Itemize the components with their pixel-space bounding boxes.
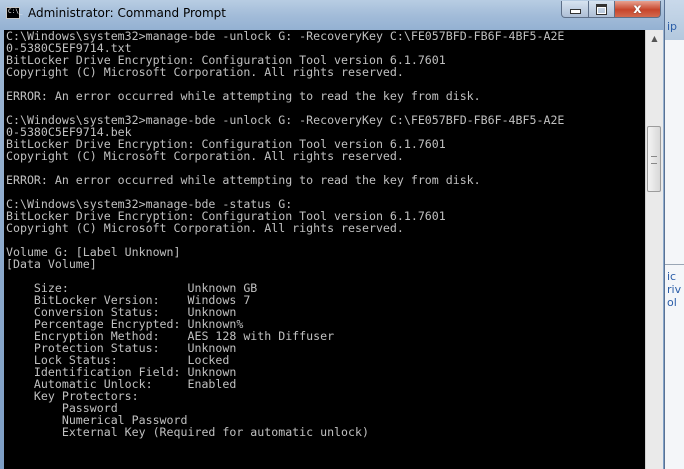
console-line: [Data Volume] [6,257,97,271]
console-line: External Key (Required for automatic unl… [6,425,369,439]
console-line: Copyright (C) Microsoft Corporation. All… [6,65,404,79]
console-text: C:\Windows\system32>manage-bde -unlock G… [4,30,645,438]
background-window-text: ic [667,270,677,283]
scroll-thumb[interactable] [647,126,661,192]
background-window: ip ic riv ol [662,0,684,469]
vertical-scrollbar[interactable]: ▲ [645,30,663,469]
scroll-up-arrow-icon[interactable]: ▲ [646,30,663,47]
console-line: ERROR: An error occurred while attemptin… [6,173,481,187]
background-window-divider [663,264,684,265]
close-button[interactable]: x [614,1,661,18]
minimize-icon [569,9,581,14]
close-icon: x [633,1,642,17]
background-window-text: ip [667,20,678,33]
window-title: Administrator: Command Prompt [28,6,226,20]
maximize-icon [596,3,607,15]
command-prompt-window: C:\_ Administrator: Command Prompt x C:\… [0,0,665,469]
console-line: Volume G: [Label Unknown] [6,245,181,259]
console-line: Copyright (C) Microsoft Corporation. All… [6,221,404,235]
console-output[interactable]: C:\Windows\system32>manage-bde -unlock G… [4,30,645,469]
maximize-button[interactable] [588,1,615,18]
console-line: Copyright (C) Microsoft Corporation. All… [6,149,404,163]
title-bar[interactable]: C:\_ Administrator: Command Prompt x [0,0,664,30]
cmd-icon[interactable]: C:\_ [6,7,23,19]
console-line: ERROR: An error occurred while attemptin… [6,89,481,103]
background-window-text: riv [667,283,682,296]
cmd-icon-glyph: C:\_ [8,8,23,15]
minimize-button[interactable] [561,1,589,18]
background-window-text: ol [667,296,677,309]
